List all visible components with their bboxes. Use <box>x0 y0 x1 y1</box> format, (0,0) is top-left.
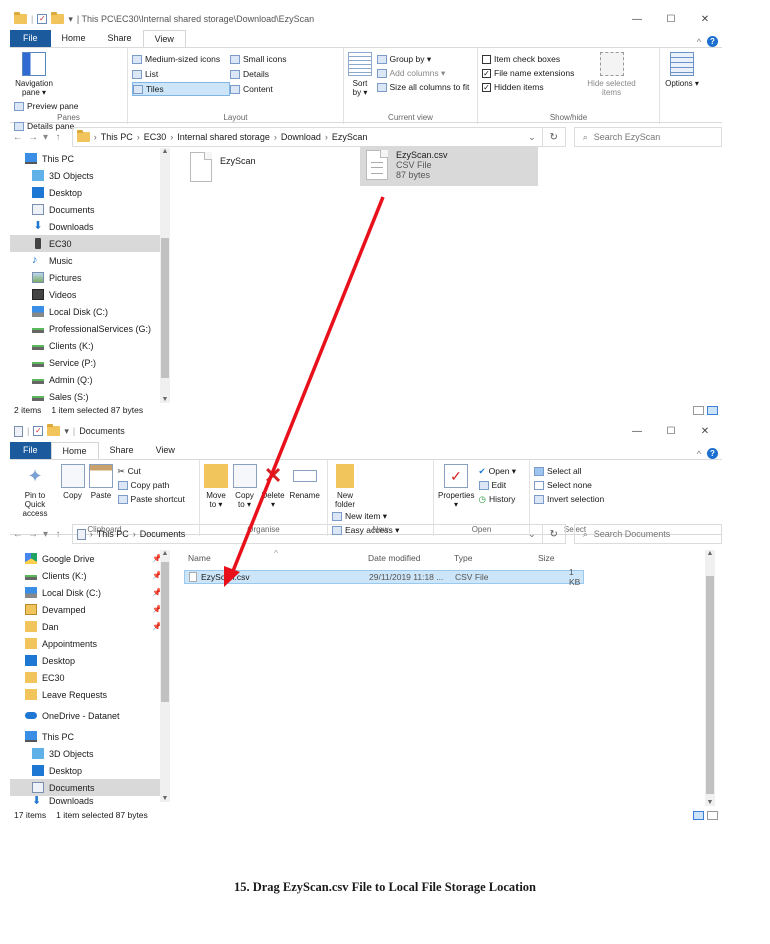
step-caption: 15. Drag EzyScan.csv File to Local File … <box>233 880 537 894</box>
drag-arrow-line <box>229 196 385 577</box>
drag-arrow-head <box>224 566 240 587</box>
drag-arrow <box>224 196 385 587</box>
